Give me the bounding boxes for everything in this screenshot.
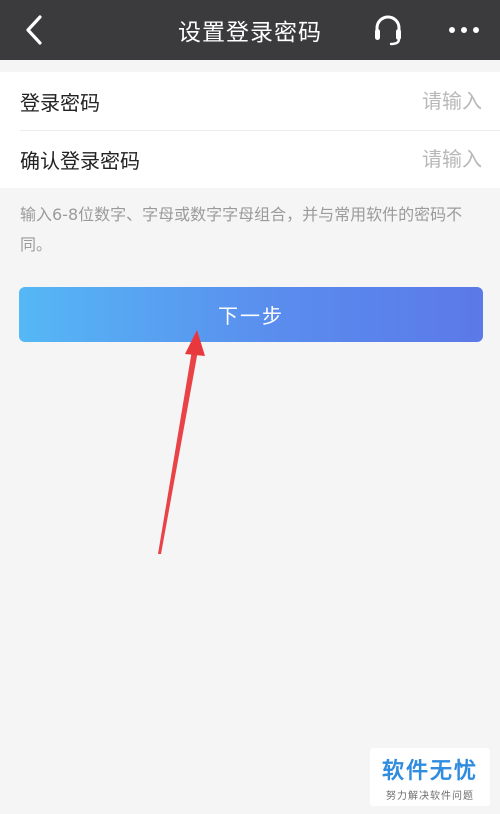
confirm-password-input[interactable] (140, 147, 482, 171)
password-row: 登录密码 (0, 72, 500, 130)
password-form: 登录密码 确认登录密码 (0, 72, 500, 188)
watermark-sub-text: 努力解决软件问题 (386, 790, 474, 802)
password-input[interactable] (100, 89, 482, 113)
back-button[interactable] (12, 10, 56, 50)
page-title: 设置登录密码 (178, 20, 322, 46)
password-label: 登录密码 (20, 90, 100, 115)
watermark-logo: 软件无忧 努力解决软件问题 (370, 748, 490, 806)
confirm-password-row: 确认登录密码 (0, 130, 500, 188)
more-dots-icon (449, 27, 479, 33)
annotation-arrow-shaft (158, 344, 199, 554)
watermark-main-text: 软件无忧 (381, 758, 478, 784)
confirm-password-label: 确认登录密码 (20, 148, 140, 173)
password-hint: 输入6-8位数字、字母或数字字母组合，并与常用软件的密码不同。 (20, 205, 463, 254)
more-button[interactable] (440, 10, 488, 50)
customer-service-button[interactable] (366, 10, 410, 50)
page: 设置登录密码 登录密码 确认登录密码 输入6-8位数字、字母或数字字母组合，并与… (0, 0, 500, 814)
headset-icon (375, 15, 401, 46)
chevron-left-icon (26, 15, 42, 45)
next-step-button[interactable]: 下一步 (19, 287, 483, 342)
top-nav-bar: 设置登录密码 (0, 0, 500, 60)
